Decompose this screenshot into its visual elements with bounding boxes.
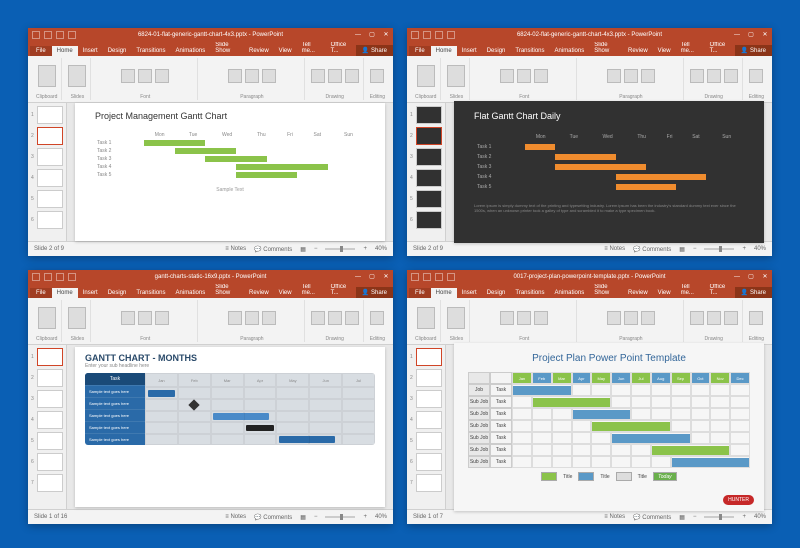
slide-canvas[interactable]: Flat Gantt Chart Daily MonTueWedThuFriSa… — [454, 101, 764, 243]
slide-canvas[interactable]: GANTT CHART - MONTHS Enter your sub head… — [75, 347, 385, 507]
tab-home[interactable]: Home — [52, 46, 78, 56]
tab-tellme[interactable]: Tell me... — [297, 40, 326, 56]
zoom-slider[interactable] — [325, 248, 355, 250]
slide-counter: Slide 2 of 9 — [34, 246, 64, 252]
thumb-2[interactable]: 2 — [31, 127, 63, 145]
quickstyles-icon[interactable] — [345, 69, 359, 83]
powerpoint-window-1: 6824-01-flat-generic-gantt-chart-4x3.ppt… — [28, 28, 393, 256]
close-button[interactable]: ✕ — [379, 28, 393, 42]
tab-office[interactable]: Office T... — [326, 40, 356, 56]
titlebar[interactable]: 6824-02-flat-generic-gantt-chart-4x3.ppt… — [407, 28, 772, 42]
window-title: 6824-02-flat-generic-gantt-chart-4x3.ppt… — [407, 32, 772, 38]
editing-icon[interactable] — [370, 69, 384, 83]
tab-design[interactable]: Design — [103, 46, 132, 56]
thumb-3[interactable]: 3 — [31, 148, 63, 166]
comments-button[interactable]: 💬 Comments — [254, 246, 292, 253]
minimize-button[interactable]: — — [730, 28, 744, 42]
share-button[interactable]: Share — [356, 45, 394, 56]
slide-title: Project Management Gantt Chart — [95, 111, 365, 121]
ribbon-tabs: File Home Insert Design Transitions Anim… — [28, 42, 393, 56]
zoom-level[interactable]: 40% — [375, 246, 387, 252]
powerpoint-window-3: gantt-charts-static-16x9.pptx - PowerPoi… — [28, 270, 393, 524]
tab-review[interactable]: Review — [244, 46, 274, 56]
notes-button[interactable]: ≡ Notes — [225, 246, 246, 252]
shapes-icon[interactable] — [311, 69, 325, 83]
thumb-4[interactable]: 4 — [31, 169, 63, 187]
tab-view[interactable]: View — [274, 46, 297, 56]
qat-icon[interactable] — [44, 31, 52, 39]
slide-thumbnails: 1 2 3 4 5 6 — [28, 103, 67, 241]
tab-animations[interactable]: Animations — [171, 46, 211, 56]
paste-icon[interactable] — [38, 65, 56, 87]
tab-file[interactable]: File — [30, 46, 52, 56]
close-button[interactable]: ✕ — [758, 28, 772, 42]
zoom-in-button[interactable]: + — [363, 246, 367, 252]
tab-slideshow[interactable]: Slide Show — [210, 40, 244, 56]
minimize-button[interactable]: — — [351, 28, 365, 42]
arrange-icon[interactable] — [328, 69, 342, 83]
window-title: 6824-01-flat-generic-gantt-chart-4x3.ppt… — [28, 32, 393, 38]
ribbon: Clipboard Slides Font Paragraph Drawing … — [28, 56, 393, 103]
thumb-6[interactable]: 6 — [31, 211, 63, 229]
thumb-1[interactable]: 1 — [31, 106, 63, 124]
maximize-button[interactable]: ▢ — [365, 28, 379, 42]
maximize-button[interactable]: ▢ — [744, 28, 758, 42]
tab-transitions[interactable]: Transitions — [131, 46, 170, 56]
slide-canvas[interactable]: Project Plan Power Point Template JobTas… — [454, 343, 764, 511]
zoom-out-button[interactable]: − — [314, 246, 318, 252]
slide-canvas[interactable]: Project Management Gantt Chart MonTueWed… — [75, 103, 385, 241]
titlebar[interactable]: 6824-01-flat-generic-gantt-chart-4x3.ppt… — [28, 28, 393, 42]
powerpoint-window-2: 6824-02-flat-generic-gantt-chart-4x3.ppt… — [407, 28, 772, 256]
statusbar: Slide 2 of 9 ≡ Notes 💬 Comments ▦ − + 40% — [28, 241, 393, 256]
view-normal-icon[interactable]: ▦ — [300, 246, 306, 253]
qat-icon[interactable] — [32, 31, 40, 39]
hunter-badge: HUNTER — [723, 495, 754, 505]
qat-icon[interactable] — [68, 31, 76, 39]
qat-icon[interactable] — [56, 31, 64, 39]
newslide-icon[interactable] — [68, 65, 86, 87]
thumb-5[interactable]: 5 — [31, 190, 63, 208]
today-marker: Today — [653, 472, 677, 481]
powerpoint-window-4: 0017-project-plan-powerpoint-template.pp… — [407, 270, 772, 524]
tab-insert[interactable]: Insert — [78, 46, 103, 56]
